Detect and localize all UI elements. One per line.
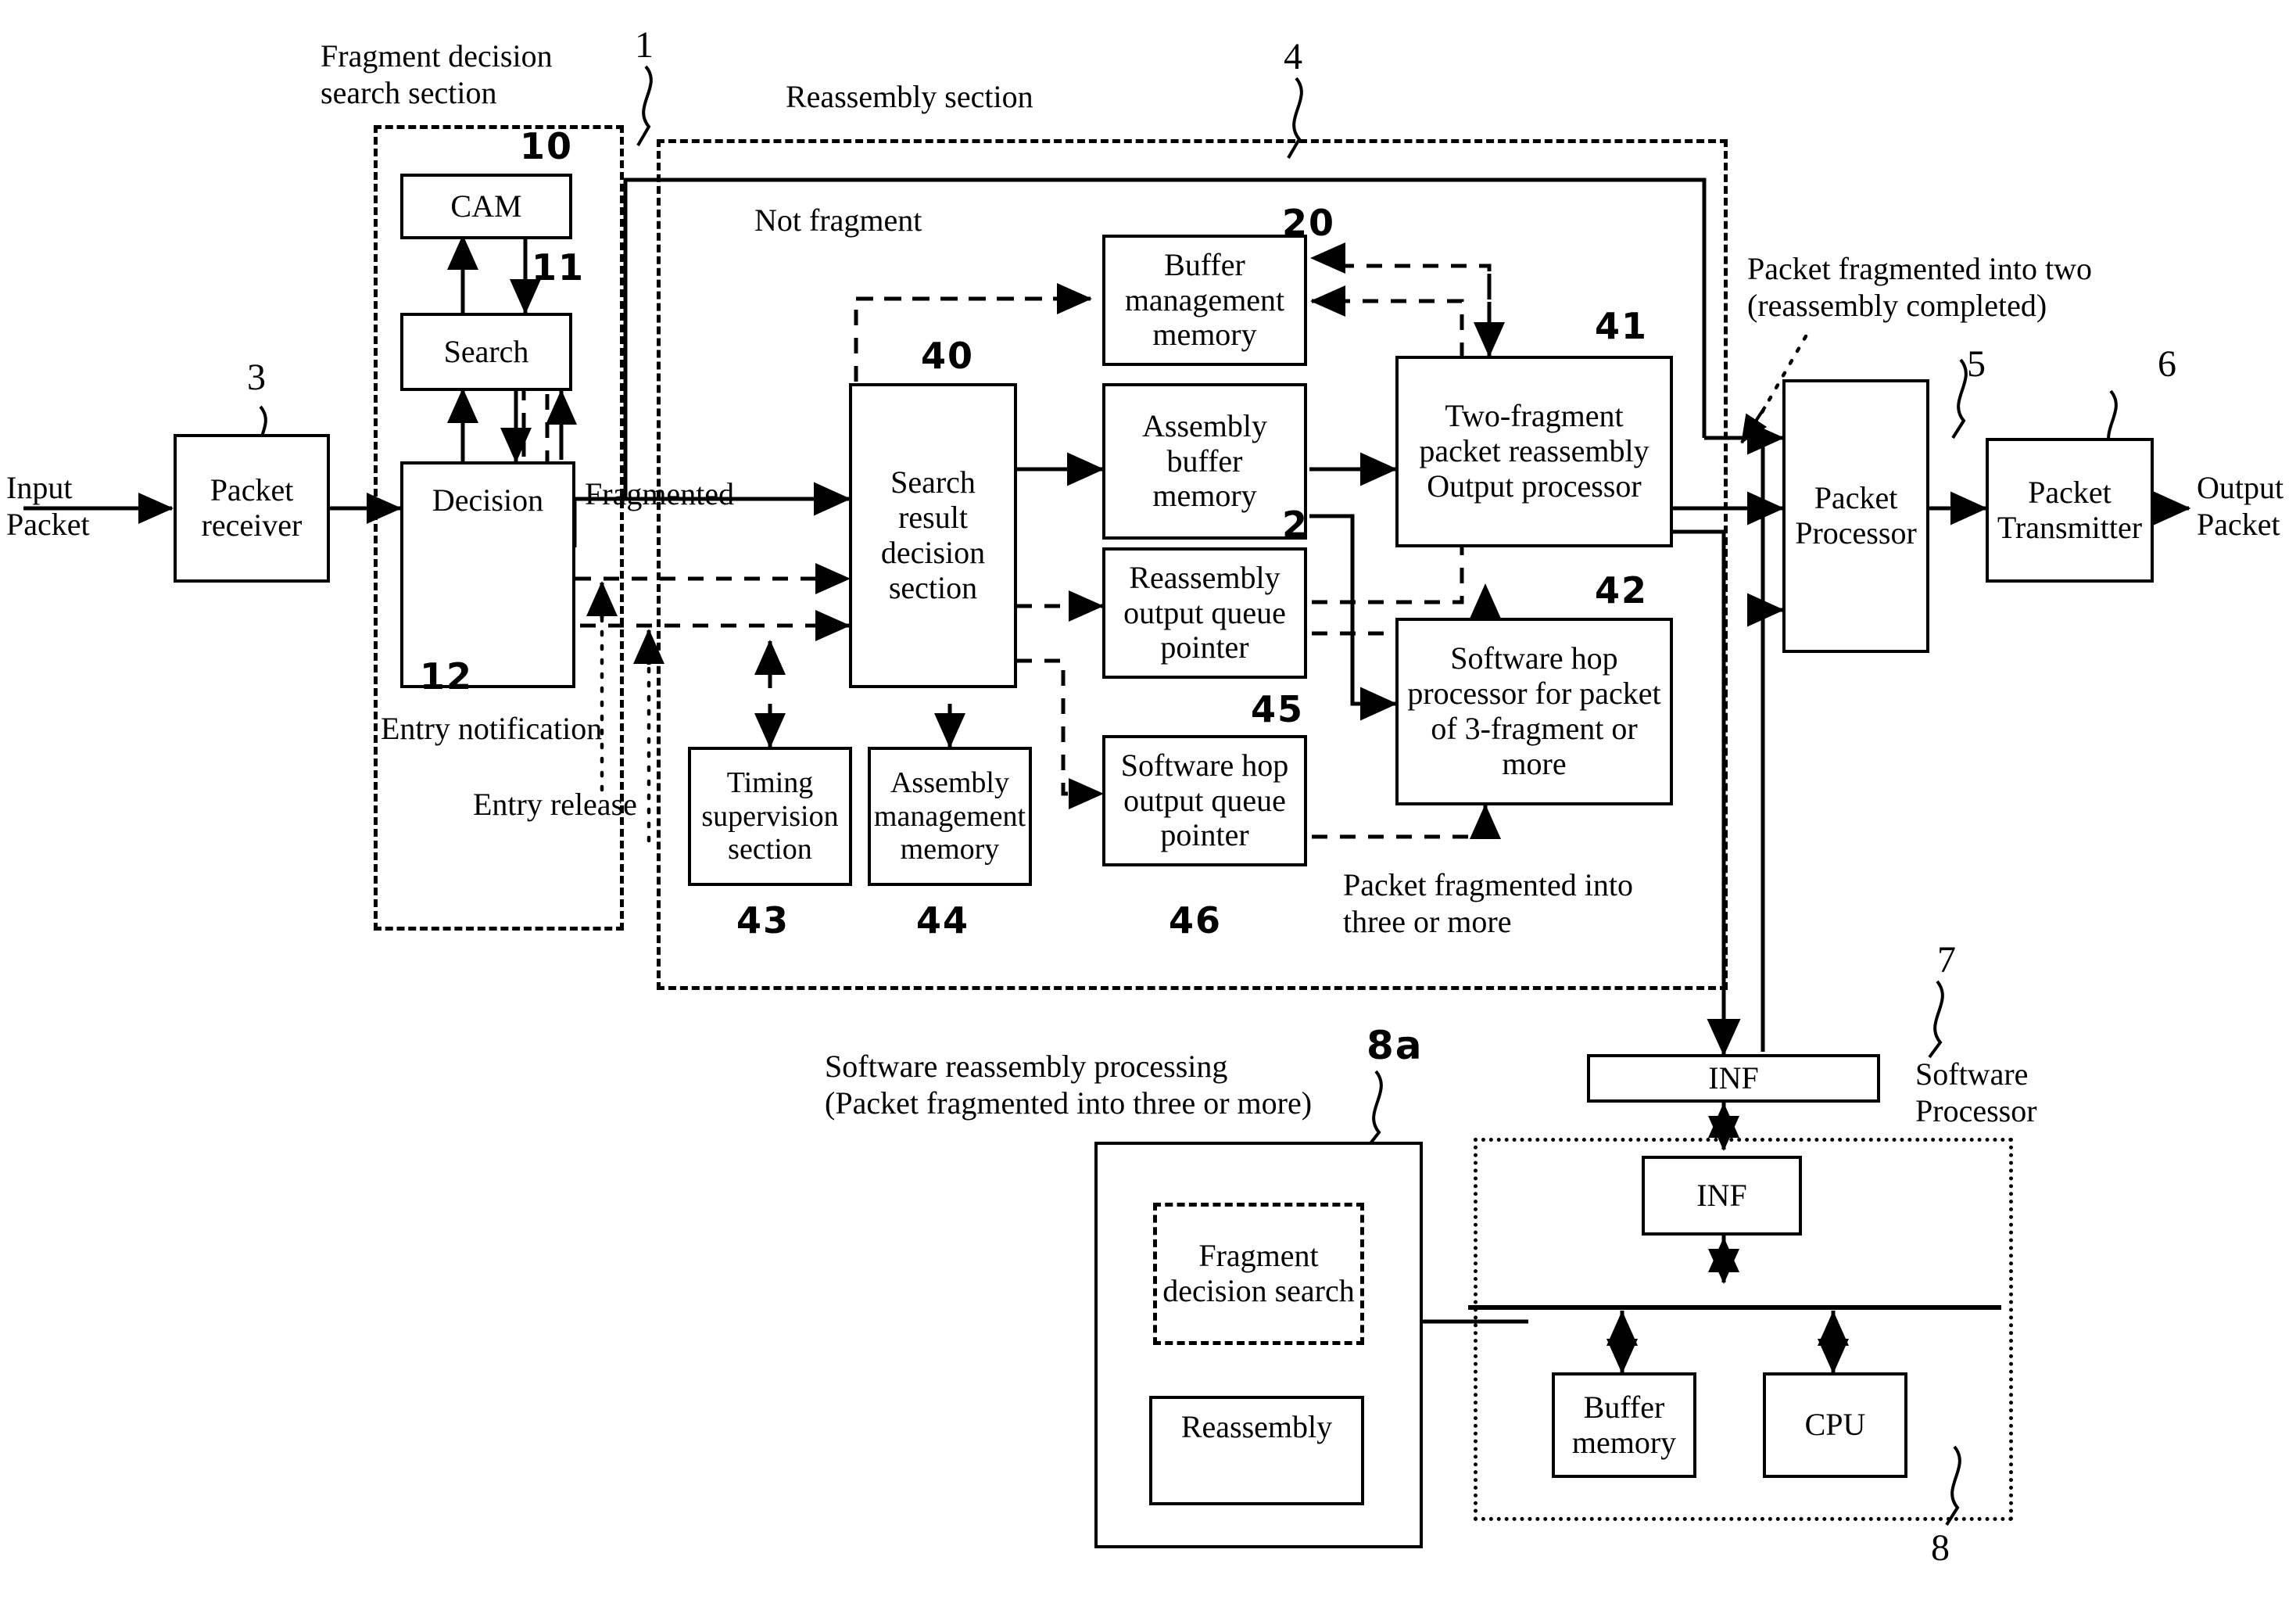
ref-numeral-45: 45 <box>1251 688 1305 730</box>
ref-numeral-5: 5 <box>1967 343 1987 385</box>
input-packet-label: Input Packet <box>6 470 90 543</box>
ref-numeral-43: 43 <box>736 899 790 941</box>
buffer-memory-label: Buffer memory <box>1571 1389 1677 1460</box>
two-fragment-processor-label: Two-fragment packet reassembly Output pr… <box>1419 398 1649 504</box>
ref-numeral-4: 4 <box>1284 36 1304 77</box>
reassembly-sw-label: Reassembly <box>1180 1409 1333 1444</box>
ref-numeral-44: 44 <box>916 899 970 941</box>
cpu-label: CPU <box>1804 1407 1866 1443</box>
search-label: Search <box>443 333 529 369</box>
assembly-buffer-memory-block[interactable]: Assembly buffer memory <box>1102 383 1307 540</box>
cpu-block[interactable]: CPU <box>1763 1372 1907 1478</box>
ref-numeral-10: 10 <box>520 125 574 167</box>
ref-numeral-46: 46 <box>1169 899 1223 941</box>
packet-processor-block[interactable]: Packet Processor <box>1782 379 1929 653</box>
ref-numeral-2: 2 <box>1282 504 1309 546</box>
inf-outer-label: INF <box>1708 1060 1759 1096</box>
ref-numeral-8a: 8a <box>1366 1023 1424 1068</box>
fragmented-label: Fragmented <box>585 476 735 511</box>
ref-numeral-8: 8 <box>1931 1527 1951 1569</box>
packet-receiver-block[interactable]: Packet receiver <box>174 434 330 583</box>
ref-numeral-7: 7 <box>1937 939 1958 981</box>
ref-numeral-12: 12 <box>420 655 474 698</box>
reassembly-output-queue-pointer-block[interactable]: Reassembly output queue pointer <box>1102 547 1307 679</box>
packet-fragmented-three-label: Packet fragmented into three or more <box>1343 867 1633 940</box>
entry-release-label: Entry release <box>473 787 637 822</box>
fragment-decision-search-sw-label: Fragment decision search <box>1162 1238 1355 1308</box>
packet-transmitter-label: Packet Transmitter <box>1997 474 2143 545</box>
entry-notification-label: Entry notification <box>381 711 603 746</box>
reassembly-sw-block[interactable]: Reassembly <box>1149 1396 1364 1505</box>
assembly-buffer-memory-label: Assembly buffer memory <box>1142 407 1267 514</box>
ref-numeral-20: 20 <box>1282 202 1336 244</box>
fragment-decision-search-sw-block[interactable]: Fragment decision search <box>1153 1203 1364 1345</box>
packet-receiver-label: Packet receiver <box>201 472 303 543</box>
ref-numeral-3: 3 <box>247 357 267 398</box>
reassembly-output-queue-pointer-label: Reassembly output queue pointer <box>1123 559 1286 665</box>
cam-label: CAM <box>450 188 522 224</box>
assembly-management-memory-label: Assembly management memory <box>873 766 1026 866</box>
decision-block[interactable]: Decision <box>400 461 575 688</box>
decision-label: Decision <box>432 482 544 518</box>
ref-numeral-6: 6 <box>2158 343 2178 385</box>
reassembly-section-label: Reassembly section <box>786 79 1033 114</box>
buffer-management-memory-label: Buffer management memory <box>1124 246 1285 353</box>
inf-inner-block[interactable]: INF <box>1642 1156 1802 1236</box>
search-block[interactable]: Search <box>400 313 572 391</box>
software-hop-processor-label: Software hop processor for packet of 3-f… <box>1407 640 1661 781</box>
two-fragment-packet-reassembly-output-processor-block[interactable]: Two-fragment packet reassembly Output pr… <box>1395 356 1673 547</box>
assembly-management-memory-block[interactable]: Assembly management memory <box>868 747 1032 886</box>
search-result-decision-section-block[interactable]: Search result decision section <box>849 383 1017 688</box>
not-fragment-label: Not fragment <box>754 203 922 238</box>
cam-block[interactable]: CAM <box>400 174 572 239</box>
software-hop-processor-block[interactable]: Software hop processor for packet of 3-f… <box>1395 618 1673 805</box>
patent-figure: Packet receiver CAM Search Decision Sear… <box>0 0 2296 1614</box>
ref-numeral-40: 40 <box>921 335 975 377</box>
inf-outer-block[interactable]: INF <box>1587 1054 1880 1103</box>
packet-processor-label: Packet Processor <box>1795 480 1917 551</box>
output-packet-label: Output Packet <box>2197 470 2284 543</box>
software-hop-output-queue-pointer-block[interactable]: Software hop output queue pointer <box>1102 735 1307 866</box>
ref-numeral-11: 11 <box>532 246 586 289</box>
software-hop-output-queue-pointer-label: Software hop output queue pointer <box>1120 747 1289 853</box>
ref-numeral-42: 42 <box>1595 569 1649 612</box>
packet-transmitter-block[interactable]: Packet Transmitter <box>1986 438 2154 583</box>
ref-numeral-41: 41 <box>1595 305 1649 347</box>
ref-numeral-1: 1 <box>635 24 655 66</box>
buffer-memory-block[interactable]: Buffer memory <box>1552 1372 1696 1478</box>
packet-fragmented-two-label: Packet fragmented into two (reassembly c… <box>1747 251 2092 324</box>
inf-inner-label: INF <box>1696 1177 1747 1213</box>
software-reassembly-processing-label: Software reassembly processing (Packet f… <box>825 1049 1313 1121</box>
search-result-decision-section-label: Search result decision section <box>880 464 986 605</box>
software-processor-label: Software Processor <box>1915 1056 2037 1129</box>
buffer-management-memory-block[interactable]: Buffer management memory <box>1102 235 1307 366</box>
fragment-decision-search-section-label: Fragment decision search section <box>321 38 553 111</box>
